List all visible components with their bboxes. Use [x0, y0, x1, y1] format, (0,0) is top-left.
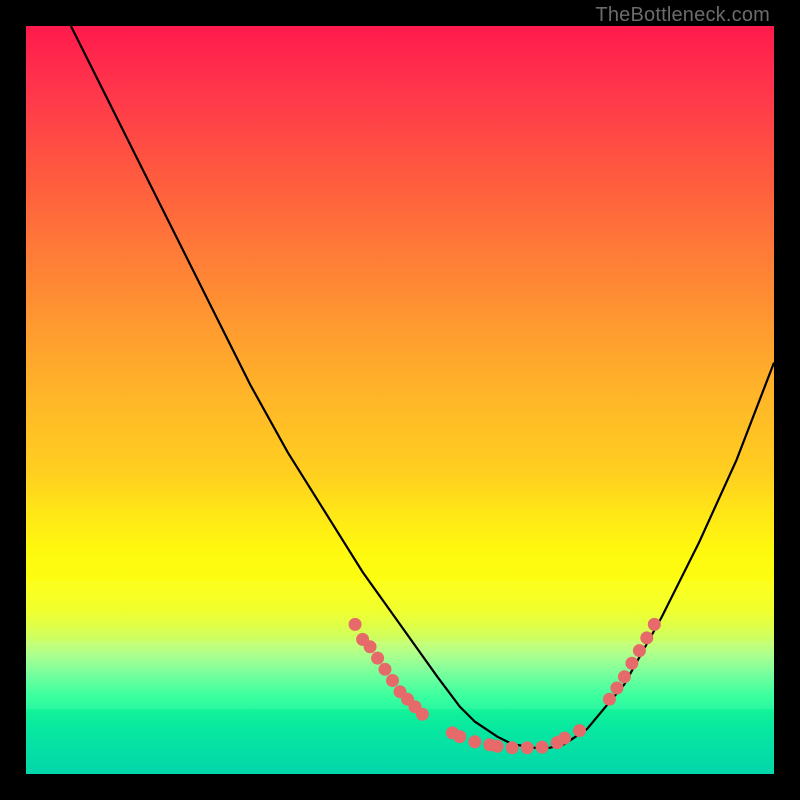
chart-frame — [26, 26, 774, 774]
watermark-text: TheBottleneck.com — [595, 4, 770, 27]
chart-gradient-background — [26, 26, 774, 774]
